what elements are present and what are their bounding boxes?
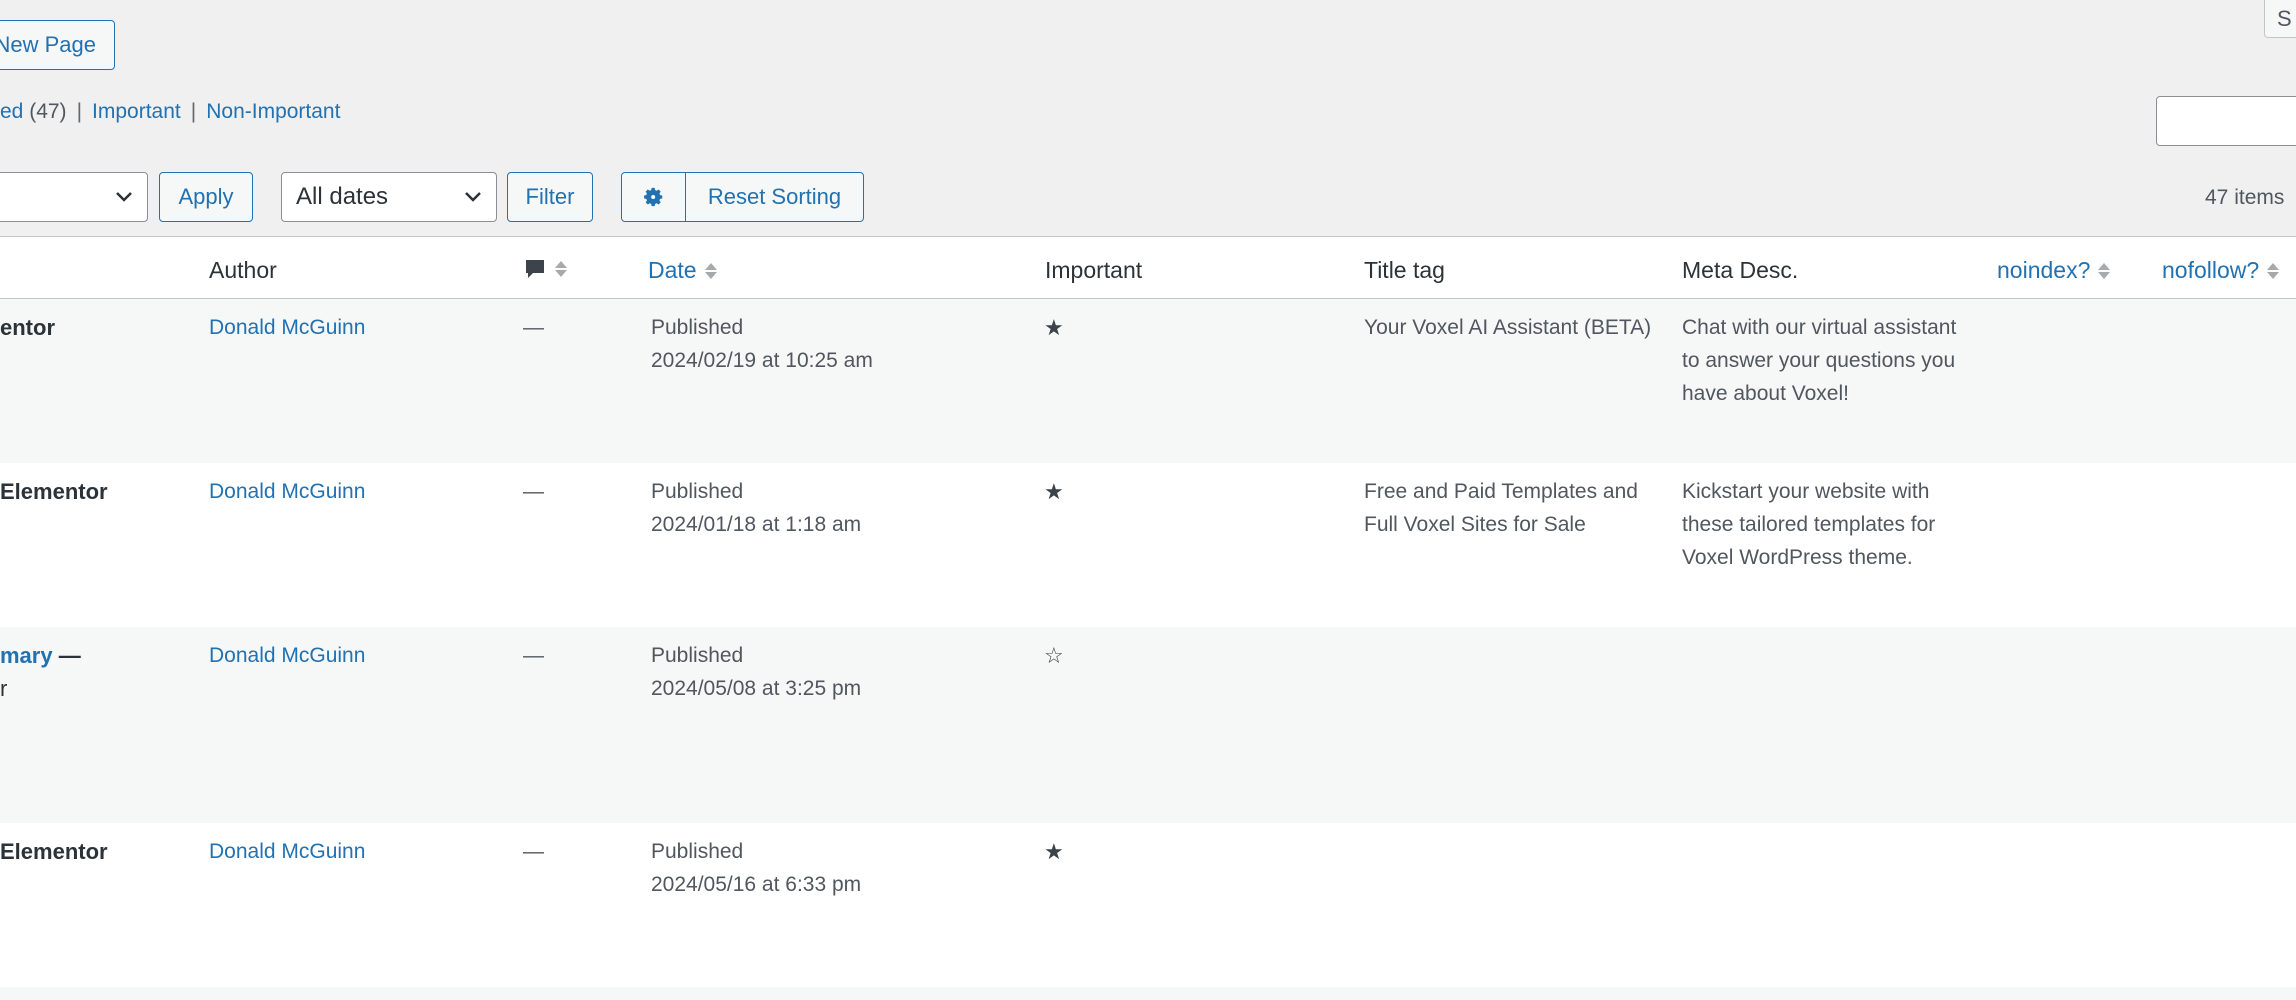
- search-input[interactable]: [2156, 96, 2296, 146]
- post-date: Published 2024/05/16 at 6:33 pm: [651, 840, 862, 896]
- meta-desc-value: Chat with our virtual assistant to answe…: [1682, 316, 1957, 405]
- important-star-outline-icon[interactable]: ☆: [1044, 639, 1064, 672]
- title-tag-value: Free and Paid Templates and Full Voxel S…: [1364, 480, 1638, 536]
- table-row: entor Donald McGuinn — Published 2024/02…: [0, 299, 2296, 463]
- chevron-down-icon: [116, 192, 132, 202]
- filter-button[interactable]: Filter: [507, 172, 593, 222]
- sort-arrows-icon: [555, 261, 567, 277]
- author-link[interactable]: Donald McGuinn: [209, 475, 365, 508]
- column-meta-desc: Meta Desc.: [1682, 257, 1799, 283]
- meta-desc-value: Kickstart your website with these tailor…: [1682, 480, 1936, 569]
- author-link[interactable]: Donald McGuinn: [209, 639, 365, 672]
- bulk-actions-select[interactable]: [0, 172, 148, 222]
- gear-icon: [644, 187, 663, 207]
- post-date: Published 2024/02/19 at 10:25 am: [651, 316, 873, 372]
- column-author: Author: [209, 257, 277, 283]
- pages-table: Author Date Important Title tag Meta Des…: [0, 236, 2296, 1000]
- author-link[interactable]: Donald McGuinn: [209, 311, 365, 344]
- table-header: Author Date Important Title tag Meta Des…: [0, 237, 2296, 299]
- author-link[interactable]: Donald McGuinn: [209, 835, 365, 868]
- reset-sorting-label: Reset Sorting: [707, 184, 842, 209]
- comment-count: —: [523, 316, 544, 339]
- view-important-link[interactable]: Important: [92, 100, 181, 123]
- page-title-line2: r: [0, 676, 8, 701]
- add-new-page-label: New Page: [0, 32, 96, 57]
- table-row: [0, 987, 2296, 1000]
- page-title[interactable]: entor: [0, 311, 55, 344]
- add-new-page-button[interactable]: New Page: [0, 20, 115, 70]
- items-count: 47 items: [2205, 186, 2285, 209]
- important-star-icon[interactable]: ★: [1044, 311, 1064, 344]
- apply-button[interactable]: Apply: [159, 172, 253, 222]
- filter-label: Filter: [525, 184, 575, 209]
- apply-label: Apply: [178, 184, 234, 209]
- comment-count: —: [523, 840, 544, 863]
- sorting-settings-button[interactable]: [621, 172, 687, 222]
- comment-count: —: [523, 644, 544, 667]
- screen-options-label: S: [2277, 5, 2292, 31]
- column-comments[interactable]: [523, 257, 567, 281]
- column-title-tag: Title tag: [1364, 257, 1445, 283]
- chevron-down-icon: [465, 192, 481, 202]
- view-non-important-link[interactable]: Non-Important: [206, 100, 340, 123]
- table-row: Elementor Donald McGuinn — Published 202…: [0, 463, 2296, 627]
- page-title[interactable]: Elementor: [0, 475, 108, 508]
- title-tag-value: Your Voxel AI Assistant (BETA): [1364, 316, 1652, 339]
- separator: |: [190, 100, 197, 123]
- table-row: Elementor Donald McGuinn — Published 202…: [0, 823, 2296, 987]
- column-date[interactable]: Date: [648, 257, 717, 284]
- comment-count: —: [523, 480, 544, 503]
- post-date: Published 2024/05/08 at 3:25 pm: [651, 644, 862, 700]
- dates-select[interactable]: All dates: [281, 172, 497, 222]
- important-star-icon[interactable]: ★: [1044, 475, 1064, 508]
- views-filter: ed (47) | Important | Non-Important: [0, 100, 340, 124]
- table-row: mary — r Donald McGuinn — Published 2024…: [0, 627, 2296, 823]
- sort-arrows-icon: [2267, 262, 2280, 279]
- screen-options-button[interactable]: S: [2264, 0, 2296, 38]
- dates-value: All dates: [296, 183, 389, 210]
- comment-bubble-icon: [526, 260, 544, 278]
- page-title[interactable]: Elementor: [0, 835, 108, 868]
- page-title[interactable]: mary — r: [0, 639, 81, 705]
- view-all-count: (47): [29, 100, 67, 123]
- reset-sorting-button[interactable]: Reset Sorting: [685, 172, 864, 222]
- sort-arrows-icon: [2098, 262, 2111, 279]
- post-date: Published 2024/01/18 at 1:18 am: [651, 480, 862, 536]
- column-important: Important: [1045, 257, 1143, 283]
- separator: |: [76, 100, 83, 123]
- column-nofollow[interactable]: nofollow?: [2162, 257, 2280, 284]
- column-noindex[interactable]: noindex?: [1997, 257, 2111, 284]
- view-all-link[interactable]: ed: [0, 100, 23, 123]
- sort-arrows-icon: [704, 262, 717, 279]
- important-star-icon[interactable]: ★: [1044, 835, 1064, 868]
